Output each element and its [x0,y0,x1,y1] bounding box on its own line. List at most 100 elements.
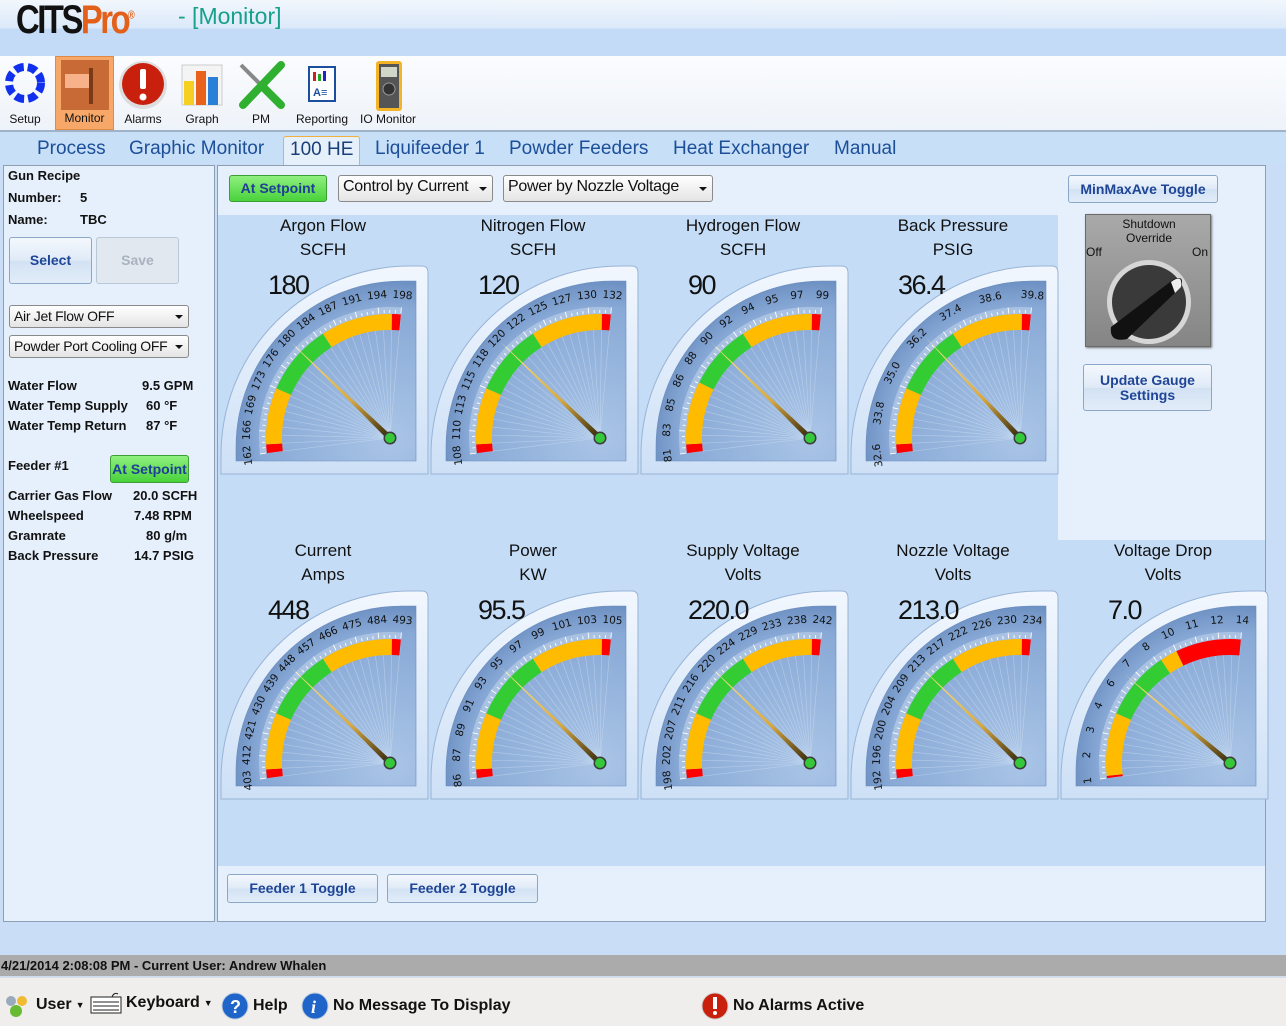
back-pressure-label: Back Pressure [8,548,99,563]
gauge-value: 90 [688,270,717,300]
main-toolbar: Setup Monitor Alarms Graph PM A≡ Reporti… [0,56,1286,132]
gauge-tick-label: 242 [812,614,833,628]
multimeter-icon [376,61,402,111]
gauge-tick-label: 132 [602,289,623,303]
gauge-unit: SCFH [719,240,767,259]
wheelspeed-label: Wheelspeed [8,508,84,523]
app-logo: CITSPro® [16,0,135,42]
gauge-title: Voltage Drop [1113,541,1213,560]
chevron-down-icon [175,315,183,319]
tab-manual[interactable]: Manual [828,136,902,162]
gauge-tick [684,738,688,740]
water-flow-value: 9.5 GPM [142,378,194,393]
at-setpoint-button[interactable]: At Setpoint [229,175,327,202]
keyboard-menu[interactable]: Keyboard ▼ [90,992,213,1014]
alarm-icon [701,992,729,1020]
carrier-gas-label: Carrier Gas Flow [8,488,113,503]
number-value: 5 [80,190,88,205]
status-line: 4/21/2014 2:08:08 PM - Current User: And… [0,955,1286,976]
control-mode-select[interactable]: Control by Current [338,175,493,202]
update-gauge-settings-button[interactable]: Update Gauge Settings [1083,364,1212,411]
bottom-status-bar: User ▼ Keyboard ▼ ? Help i No Message To D… [0,977,1286,1026]
gauge-tick-label: 105 [602,614,623,628]
water-supply-value: 60 °F [146,398,178,413]
tab-100-he[interactable]: 100 HE [283,136,361,165]
gauge-tick [684,413,688,415]
gauge-value: 95.5 [478,595,526,625]
toolbar-io-monitor[interactable]: IO Monitor [356,56,420,130]
power-mode-select[interactable]: Power by Nozzle Voltage [503,175,713,202]
gauge-hub [805,758,815,768]
gauge-value: 220.0 [688,595,750,625]
gauge-unit: KW [519,565,547,584]
graph-icon [181,64,223,106]
gauge-tick-label: 86 [451,773,465,788]
gauge-zone-red [601,639,611,656]
gauge-title: Supply Voltage [686,541,800,560]
gauge-tick-label: 194 [367,289,388,303]
air-jet-flow-select[interactable]: Air Jet Flow OFF [9,305,189,328]
tab-powder-feeders[interactable]: Powder Feeders [503,136,654,162]
toolbar-alarms[interactable]: Alarms [117,56,169,130]
toolbar-graph[interactable]: Graph [176,56,228,130]
toolbar-pm[interactable]: PM [234,56,288,130]
gauge-nitrogen-flow: 108110113115118120122125 127 130 132 [430,265,639,475]
gauge-tick [1030,307,1032,314]
water-supply-label: Water Temp Supply [8,398,128,413]
svg-text:A≡: A≡ [313,87,327,99]
tab-heat-exchanger[interactable]: Heat Exchanger [667,136,815,162]
help-icon: ? [221,992,249,1020]
user-menu[interactable]: User ▼ [2,992,85,1018]
gauge-tick-label: 81 [661,448,675,463]
tab-process[interactable]: Process [31,136,112,162]
gauge-zone-red [1021,314,1031,331]
gauge-hub [595,433,605,443]
minmaxave-toggle-button[interactable]: MinMaxAve Toggle [1068,175,1218,203]
chevron-down-icon [175,345,183,349]
gauge-tick [610,307,612,314]
info-icon: i [301,992,329,1020]
chevron-down-icon [479,187,487,191]
rotary-knob-icon [1107,260,1191,344]
gauge-tick-label: 162 [241,445,255,466]
gauge-tick-label: 2 [1081,751,1093,758]
toolbar-reporting[interactable]: A≡ Reporting [294,56,350,130]
gauge-voltage-drop: 12346781011 12 14 [1060,590,1269,800]
water-flow-label: Water Flow [8,378,77,393]
message-indicator: i No Message To Display [301,992,511,1020]
gauge-zone-red [391,639,401,656]
gauge-value: 448 [268,595,310,625]
powder-port-cooling-select[interactable]: Powder Port Cooling OFF [9,335,189,358]
gauge-unit: SCFH [299,240,347,259]
gauge-tick [587,632,590,639]
gauge-tick-label: 130 [577,289,598,303]
gauge-tick [820,307,822,314]
toolbar-monitor[interactable]: Monitor [55,56,114,130]
shutdown-override-switch[interactable]: Shutdown Override Off On [1085,214,1211,347]
gauge-tick [400,632,402,639]
tab-liquifeeder-1[interactable]: Liquifeeder 1 [369,136,491,162]
select-button[interactable]: Select [9,237,92,284]
report-icon: A≡ [308,66,336,102]
save-button[interactable]: Save [96,237,179,284]
tools-icon [239,61,285,109]
gauge-unit: PSIG [932,240,974,259]
gauge-title: Nozzle Voltage [896,541,1010,560]
gauge-tick [1007,632,1010,639]
gauge-tick [576,636,579,641]
feeder-1-toggle-button[interactable]: Feeder 1 Toggle [227,874,378,903]
gauge-tick-label: 198 [392,289,413,303]
gauge-hub [805,433,815,443]
gauge-title: Current [294,541,352,560]
water-return-value: 87 °F [146,418,178,433]
help-button[interactable]: ? Help [221,992,288,1020]
toolbar-setup[interactable]: Setup [0,56,50,130]
feeder-2-toggle-button[interactable]: Feeder 2 Toggle [387,874,538,903]
tab-graphic-monitor[interactable]: Graphic Monitor [123,136,270,162]
chevron-down-icon [699,187,707,191]
gauge-tick-label: 484 [367,614,388,628]
gauge-tick [1007,307,1010,314]
gauge-tick [610,632,612,639]
gauge-tick [474,413,478,415]
gauge-unit: Volts [724,565,762,584]
